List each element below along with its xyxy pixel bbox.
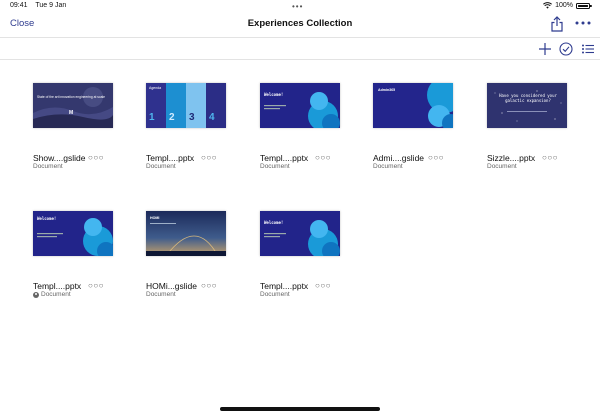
file-name: Templ....pptx [146,153,195,163]
file-more-icon[interactable]: ○○○ [428,153,444,162]
file-thumbnail[interactable]: Have you considered your galactic expans… [487,83,567,128]
file-thumbnail[interactable]: Agenda 1 2 3 4 [146,83,226,128]
file-more-icon[interactable]: ○○○ [201,153,217,162]
page-title: Experiences Collection [247,18,353,29]
file-type: Document [33,163,63,170]
file-name: Templ....pptx [33,281,82,291]
file-type: Document [260,163,290,170]
file-more-icon[interactable]: ○○○ [88,281,104,290]
thumbnail-graphic [33,83,113,128]
battery-icon [576,2,592,9]
file-type: Document [146,291,176,298]
thumbnail-title: Welcome! [264,92,284,97]
file-more-icon[interactable]: ○○○ [201,281,217,290]
thumbnail-graphic [264,220,340,256]
file-more-icon[interactable]: ○○○ [315,281,331,290]
thumbnail-title: Welcome! [37,216,57,221]
file-name: Templ....pptx [260,281,309,291]
more-options-icon[interactable] [574,17,592,29]
navigation-bar: Close Experiences Collection [0,12,600,38]
home-indicator[interactable] [220,407,380,411]
shared-person-icon [33,291,39,298]
multitasking-dots-icon[interactable]: ••• [292,2,303,11]
wifi-icon [543,2,553,9]
agenda-number-1: 1 [149,112,155,123]
file-type: Document [146,163,176,170]
file-more-icon[interactable]: ○○○ [88,153,104,162]
share-icon[interactable] [550,16,564,32]
file-type-shared: Document [33,291,71,298]
select-check-icon[interactable] [559,42,573,56]
file-type: Document [487,163,517,170]
toolbar [0,38,600,60]
file-type: Document [260,291,290,298]
agenda-number-2: 2 [169,112,175,123]
thumbnail-title: Admin365 [378,88,396,92]
battery-percent: 100% [555,2,573,9]
file-thumbnail[interactable]: Admin365 [373,83,453,128]
list-view-icon[interactable] [581,42,595,56]
file-thumbnail[interactable]: HOMI [146,211,226,256]
file-more-icon[interactable]: ○○○ [542,153,558,162]
close-button[interactable]: Close [10,18,34,29]
file-name: Admi....gslide [373,153,425,163]
thumbnail-graphic [487,83,567,128]
agenda-number-4: 4 [209,112,215,123]
file-thumbnail[interactable]: Welcome! [260,211,340,256]
agenda-number-3: 3 [189,112,195,123]
plus-icon[interactable] [538,42,552,56]
status-time: 09:41 [10,2,28,9]
thumbnail-title: Agenda [149,86,162,90]
file-thumbnail[interactable]: State of the art innovation engineering … [33,83,113,128]
file-name: Templ....pptx [260,153,309,163]
status-date: Tue 9 Jan [35,2,67,9]
thumbnail-logo: M [69,110,74,116]
file-name: Sizzle....pptx [487,153,536,163]
thumbnail-title: Have you considered your galactic expans… [499,93,557,103]
thumbnail-graphic [264,92,340,128]
thumbnail-title: HOMI [150,216,160,220]
thumbnail-title: Welcome! [264,220,284,225]
file-name: Show....gslide [33,153,86,163]
thumbnail-title: State of the art innovation engineering … [37,95,105,99]
file-type: Document [373,163,403,170]
file-type: Document [41,291,71,298]
file-more-icon[interactable]: ○○○ [315,153,331,162]
file-thumbnail[interactable]: Welcome! [33,211,113,256]
status-bar: 09:41 Tue 9 Jan ••• 100% [0,0,600,12]
file-name: HOMi...gslide [146,281,198,291]
file-thumbnail[interactable]: Welcome! [260,83,340,128]
